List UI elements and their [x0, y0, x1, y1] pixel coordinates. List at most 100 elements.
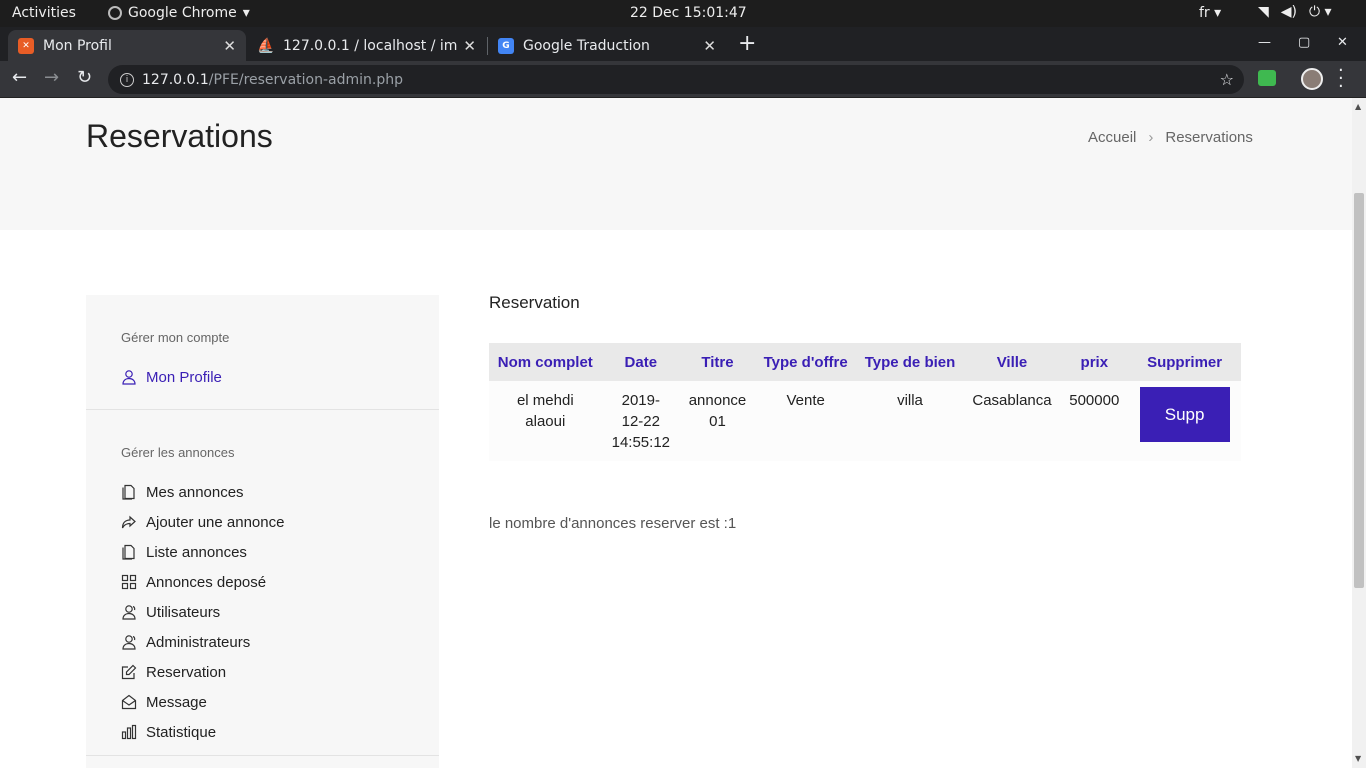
language-indicator[interactable]: fr ▾: [1199, 5, 1221, 21]
column-header: Ville: [963, 343, 1061, 381]
close-icon[interactable]: ✕: [463, 37, 476, 55]
cell-date: 2019-12-22 14:55:12: [601, 381, 680, 461]
sidebar-item-label: Utilisateurs: [146, 603, 221, 621]
cell-nom: el mehdi alaoui: [489, 381, 602, 461]
sidebar-item-label: Mon Profile: [146, 368, 222, 386]
sidebar-item-mon-profile[interactable]: Mon Profile: [121, 362, 439, 392]
sidebar-item-statistique[interactable]: Statistique: [121, 717, 439, 747]
sidebar-item-ajouter-annonce[interactable]: Ajouter une annonce: [121, 507, 439, 537]
sidebar-item-mes-annonces[interactable]: Mes annonces: [121, 477, 439, 507]
section-heading: Reservation: [489, 293, 580, 312]
page-scrollbar[interactable]: ▲ ▼: [1352, 98, 1366, 768]
tab-title: 127.0.0.1 / localhost / imm: [283, 37, 458, 54]
chrome-icon: [108, 6, 122, 20]
extension-icon[interactable]: [1258, 70, 1276, 86]
clock[interactable]: 22 Dec 15:01:47: [630, 5, 747, 21]
sidebar-item-label: Annonces deposé: [146, 573, 267, 591]
sidebar-section-account: Gérer mon compte Mon Profile: [86, 295, 439, 410]
users-icon: [121, 634, 137, 650]
volume-icon: ◀): [1280, 4, 1298, 20]
table-header-row: Nom complet Date Titre Type d'offre Type…: [489, 343, 1241, 381]
app-menu[interactable]: Google Chrome ▾: [108, 5, 250, 21]
sidebar-item-label: Reservation: [146, 663, 227, 681]
reservations-table: Nom complet Date Titre Type d'offre Type…: [489, 343, 1241, 461]
profile-avatar[interactable]: [1301, 68, 1323, 90]
sidebar-section-annonces: Gérer les annonces Mes annonces Ajouter …: [86, 410, 439, 747]
reservation-count-text: le nombre d'annonces reserver est :1: [489, 515, 737, 532]
sidebar-item-label: Mes annonces: [146, 483, 244, 501]
url-host: 127.0.0.1: [142, 71, 209, 88]
sidebar-item-liste-annonces[interactable]: Liste annonces: [121, 537, 439, 567]
tab-title: Mon Profil: [43, 37, 112, 54]
os-top-bar: Activities Google Chrome ▾ 22 Dec 15:01:…: [0, 0, 1366, 27]
main-content: Reservation Nom complet Date Titre Type …: [489, 293, 1241, 532]
users-icon: [121, 604, 137, 620]
power-icon: ⏻ ▾: [1309, 4, 1332, 20]
grid-icon: [121, 574, 137, 590]
minimize-button[interactable]: —: [1258, 35, 1271, 50]
phpmyadmin-favicon-icon: ⛵: [257, 37, 275, 54]
breadcrumb-current: Reservations: [1165, 129, 1253, 146]
close-icon[interactable]: ✕: [223, 37, 236, 55]
restore-button[interactable]: ▢: [1298, 35, 1310, 50]
sidebar-item-administrateurs[interactable]: Administrateurs: [121, 627, 439, 657]
bar-chart-icon: [121, 724, 137, 740]
page-title: Reservations: [86, 118, 273, 154]
google-translate-favicon-icon: G: [498, 37, 514, 54]
tab-mon-profil[interactable]: ✕ Mon Profil ✕: [8, 30, 246, 61]
edit-icon: [121, 664, 137, 680]
close-icon[interactable]: ✕: [703, 37, 716, 55]
bookmark-star-icon[interactable]: ☆: [1220, 70, 1234, 89]
info-icon[interactable]: i: [120, 72, 134, 87]
system-tray[interactable]: ◥ ◀) ⏻ ▾: [1258, 4, 1332, 20]
forward-button[interactable]: →: [44, 67, 59, 88]
activities-button[interactable]: Activities: [12, 5, 76, 21]
tab-google-traduction[interactable]: G Google Traduction ✕: [488, 30, 726, 61]
scroll-up-arrow-icon[interactable]: ▲: [1355, 102, 1361, 111]
reload-button[interactable]: ↻: [77, 67, 92, 88]
back-button[interactable]: ←: [12, 67, 27, 88]
column-header: Titre: [680, 343, 755, 381]
url-path: /PFE/reservation-admin.php: [208, 71, 403, 88]
wifi-icon: ◥: [1258, 4, 1269, 20]
scroll-down-arrow-icon[interactable]: ▼: [1355, 754, 1361, 763]
delete-reservation-button[interactable]: Supp: [1139, 387, 1230, 442]
sidebar-heading: Gérer les annonces: [121, 445, 235, 460]
column-header: Supprimer: [1128, 343, 1241, 381]
sidebar-item-label: Statistique: [146, 723, 217, 741]
close-window-button[interactable]: ✕: [1337, 35, 1348, 50]
scrollbar-thumb[interactable]: [1354, 193, 1364, 588]
sidebar-item-label: Liste annonces: [146, 543, 247, 561]
sidebar-item-label: Administrateurs: [146, 633, 251, 651]
sidebar-item-label: Ajouter une annonce: [146, 513, 285, 531]
xampp-favicon-icon: ✕: [18, 37, 34, 54]
breadcrumb-home-link[interactable]: Accueil: [1088, 129, 1136, 146]
sidebar-item-reservation[interactable]: Reservation: [121, 657, 439, 687]
tab-phpmyadmin[interactable]: ⛵ 127.0.0.1 / localhost / imm ✕: [248, 30, 486, 61]
envelope-icon: [121, 694, 137, 710]
column-header: Date: [601, 343, 680, 381]
cell-action: Supp: [1128, 381, 1241, 461]
chrome-menu-icon[interactable]: · · ·: [1338, 62, 1344, 96]
address-bar[interactable]: i 127.0.0.1/PFE/reservation-admin.php ☆: [108, 65, 1244, 94]
app-name: Google Chrome: [128, 5, 237, 21]
sidebar-heading: Gérer mon compte: [121, 330, 230, 345]
sidebar-divider: [86, 755, 439, 756]
tab-title: Google Traduction: [523, 37, 650, 54]
cell-type-bien: villa: [856, 381, 964, 461]
table-row: el mehdi alaoui 2019-12-22 14:55:12 anno…: [489, 381, 1241, 461]
sidebar: Gérer mon compte Mon Profile Gérer les a…: [86, 295, 439, 768]
document-icon: [121, 484, 137, 500]
share-icon: [121, 514, 137, 530]
new-tab-button[interactable]: +: [738, 31, 756, 56]
tab-strip: ✕ Mon Profil ✕ ⛵ 127.0.0.1 / localhost /…: [0, 27, 1366, 61]
sidebar-item-message[interactable]: Message: [121, 687, 439, 717]
document-icon: [121, 544, 137, 560]
sidebar-item-label: Message: [146, 693, 207, 711]
cell-titre: annonce 01: [680, 381, 755, 461]
breadcrumb: Accueil › Reservations: [1088, 129, 1253, 146]
chevron-down-icon: ▾: [242, 5, 250, 21]
cell-ville: Casablanca: [963, 381, 1061, 461]
sidebar-item-annonces-depose[interactable]: Annonces deposé: [121, 567, 439, 597]
sidebar-item-utilisateurs[interactable]: Utilisateurs: [121, 597, 439, 627]
